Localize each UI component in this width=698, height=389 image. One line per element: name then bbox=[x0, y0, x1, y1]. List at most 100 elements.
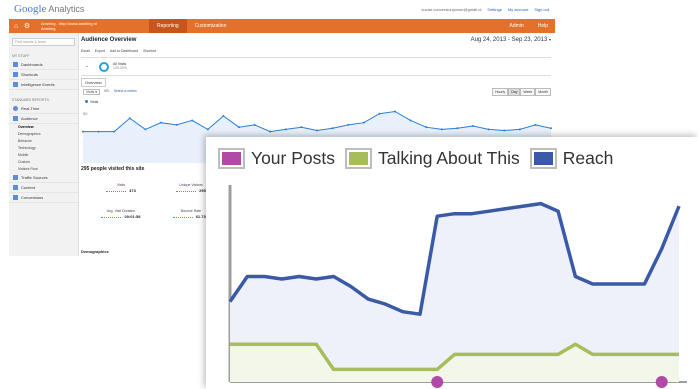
tab-help[interactable]: Help bbox=[531, 19, 555, 33]
analytics-sidebar: Find reports & more MY STUFF Dashboards … bbox=[9, 33, 79, 256]
tab-overview[interactable]: Overview bbox=[81, 78, 106, 87]
legend-label: Reach bbox=[562, 147, 614, 168]
dashboard-icon bbox=[13, 62, 18, 67]
sidebar-section-my-stuff: MY STUFF bbox=[12, 54, 30, 58]
sparkline bbox=[101, 213, 122, 218]
my-account-link[interactable]: My account bbox=[508, 7, 528, 12]
sidebar-item-shortcuts[interactable]: Shortcuts bbox=[9, 70, 78, 80]
legend-item-your-posts[interactable]: Your Posts bbox=[218, 147, 335, 169]
account-selector[interactable]: Ameling - http://www.ameling.nl Ameling bbox=[41, 21, 131, 31]
sidebar-sub-overview[interactable]: Overview bbox=[9, 124, 78, 131]
post-marker[interactable] bbox=[431, 376, 444, 388]
sidebar-item-label: Dashboards bbox=[21, 62, 43, 67]
post-marker[interactable] bbox=[655, 376, 668, 388]
sidebar-sub-demographics[interactable]: Demographics bbox=[9, 131, 78, 138]
sparkline bbox=[106, 187, 127, 192]
tab-customization[interactable]: Customization bbox=[187, 19, 235, 33]
segment-percent: 100.00% bbox=[113, 66, 127, 70]
legend-color bbox=[349, 151, 368, 165]
visits-point bbox=[97, 130, 100, 133]
visits-point bbox=[503, 129, 506, 132]
add-to-dashboard-button[interactable]: Add to Dashboard bbox=[110, 49, 138, 53]
sidebar-item-dashboards[interactable]: Dashboards bbox=[9, 60, 78, 70]
legend-item-reach[interactable]: Reach bbox=[529, 147, 614, 169]
sidebar-item-content[interactable]: Content bbox=[9, 183, 78, 193]
segment-circle-icon bbox=[99, 62, 109, 72]
metric-value: 473 bbox=[129, 188, 136, 193]
sign-out-link[interactable]: Sign out bbox=[534, 7, 549, 12]
sidebar-sub-mobile[interactable]: Mobile bbox=[9, 152, 78, 159]
sparkline bbox=[176, 187, 197, 192]
sidebar-item-intelligence[interactable]: Intelligence Events bbox=[9, 80, 78, 90]
date-range-picker[interactable]: Aug 24, 2013 - Sep 23, 2013 ▾ bbox=[471, 37, 551, 43]
chevron-down-icon[interactable]: ⌄ bbox=[85, 63, 89, 69]
visits-point bbox=[300, 126, 303, 129]
visits-point bbox=[487, 128, 490, 131]
visits-point bbox=[316, 129, 318, 132]
home-icon[interactable]: ⌂ bbox=[9, 19, 23, 33]
segment-label[interactable]: All Visits 100.00% bbox=[113, 62, 127, 70]
sidebar-item-conversions[interactable]: Conversions bbox=[9, 193, 78, 203]
sidebar-sub-custom[interactable]: Custom bbox=[9, 159, 78, 166]
email-button[interactable]: Email bbox=[81, 49, 90, 53]
content-icon bbox=[13, 185, 18, 190]
page-title: Audience Overview bbox=[81, 37, 137, 43]
sidebar-item-label: Content bbox=[21, 185, 36, 190]
range-day-button[interactable]: Day bbox=[508, 88, 521, 96]
sidebar-item-label: Conversions bbox=[21, 195, 44, 200]
metric-controls: Visits ▾ VS. Select a metric bbox=[83, 89, 137, 95]
metric-select[interactable]: Visits ▾ bbox=[83, 89, 101, 95]
legend-item-talking-about-this[interactable]: Talking About This bbox=[345, 147, 520, 169]
sidebar-item-label: Traffic Sources bbox=[21, 175, 48, 180]
range-hourly-button[interactable]: Hourly bbox=[492, 88, 509, 96]
visits-point bbox=[175, 123, 178, 126]
chevron-down-icon: ▾ bbox=[548, 37, 551, 42]
report-toolbar: Email Export Add to Dashboard Shortcut bbox=[81, 49, 156, 53]
select-metric-link[interactable]: Select a metric bbox=[114, 89, 137, 95]
range-week-button[interactable]: Week bbox=[520, 88, 536, 96]
metric-visits: Visits 473 bbox=[91, 183, 151, 193]
metric-value: 295 bbox=[199, 188, 206, 193]
legend-color bbox=[533, 151, 553, 165]
sidebar-sub-behavior[interactable]: Behavior bbox=[9, 138, 78, 145]
range-month-button[interactable]: Month bbox=[535, 88, 551, 96]
segment-bar: ⌄ All Visits 100.00% bbox=[81, 57, 551, 76]
metric-avg-visit-duration: Avg. Visit Duration 00:01:58 bbox=[91, 209, 151, 219]
sidebar-search-input[interactable]: Find reports & more bbox=[12, 38, 75, 46]
sidebar-section-standard: STANDARD REPORTS bbox=[12, 98, 49, 102]
logo-google-text: Google bbox=[14, 3, 47, 15]
export-button[interactable]: Export bbox=[95, 49, 105, 53]
demographics-heading: Demographics bbox=[81, 249, 109, 254]
tab-reporting[interactable]: Reporting bbox=[149, 19, 187, 33]
sparkline bbox=[172, 213, 193, 218]
traffic-icon bbox=[13, 175, 18, 180]
visits-point bbox=[222, 114, 225, 117]
sidebar-item-label: Audience bbox=[21, 116, 38, 121]
sidebar-sub-visitors-flow[interactable]: Visitors Flow bbox=[9, 166, 78, 173]
visits-point bbox=[160, 121, 162, 124]
granularity-buttons: Hourly Day Week Month bbox=[492, 88, 551, 96]
shortcut-button[interactable]: Shortcut bbox=[143, 49, 156, 53]
visits-point bbox=[238, 126, 240, 129]
google-analytics-logo[interactable]: Google Analytics bbox=[14, 3, 84, 15]
gear-icon[interactable]: ⚙ bbox=[23, 19, 31, 33]
sidebar-item-traffic[interactable]: Traffic Sources bbox=[9, 173, 78, 183]
insights-chart-window: Your Posts Talking About This Reach bbox=[206, 137, 698, 389]
sidebar-item-label: Real-Time bbox=[21, 106, 40, 111]
user-links: suzan.conversionpower@gmail.nl Settings … bbox=[422, 7, 549, 12]
legend-swatch bbox=[345, 147, 372, 169]
sidebar-item-audience[interactable]: Audience bbox=[9, 114, 78, 124]
visits-point bbox=[269, 130, 272, 133]
visits-point bbox=[550, 127, 552, 130]
tab-admin[interactable]: Admin bbox=[503, 19, 531, 33]
visits-point bbox=[191, 119, 194, 122]
legend-swatch bbox=[529, 147, 557, 169]
analytics-nav-bar: ⌂ ⚙ Ameling - http://www.ameling.nl Amel… bbox=[9, 19, 555, 33]
lightbulb-icon bbox=[13, 82, 18, 87]
sidebar-item-realtime[interactable]: Real-Time bbox=[9, 104, 78, 114]
visits-point bbox=[128, 117, 131, 120]
settings-link[interactable]: Settings bbox=[487, 7, 501, 12]
series-dot-icon bbox=[85, 100, 88, 103]
sidebar-sub-technology[interactable]: Technology bbox=[9, 145, 78, 152]
series-legend: Visits bbox=[85, 100, 98, 104]
